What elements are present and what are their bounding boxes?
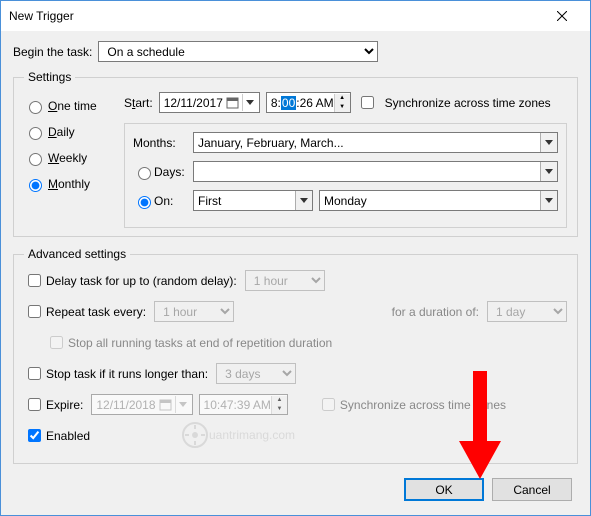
time-minute-selected: 00 xyxy=(281,96,296,110)
time-spinner[interactable]: ▲▼ xyxy=(334,94,350,112)
on-label: On: xyxy=(154,194,173,208)
stop-all-checkbox xyxy=(50,336,63,349)
radio-weekly-label[interactable]: Weekly xyxy=(48,151,87,165)
repeat-duration-select[interactable]: 1 day xyxy=(487,301,567,322)
start-time-picker[interactable]: 8:00:26 AM ▲▼ xyxy=(266,92,351,113)
monthly-panel: Months: January, February, March... Days… xyxy=(124,123,567,228)
days-combobox[interactable] xyxy=(193,161,558,182)
chevron-down-icon xyxy=(540,133,557,152)
button-row: OK Cancel xyxy=(404,478,572,501)
settings-legend: Settings xyxy=(24,70,75,84)
radio-daily-label[interactable]: Daily xyxy=(48,125,75,139)
start-label: Start: xyxy=(124,96,153,110)
spin-up-icon: ▲ xyxy=(335,94,350,103)
months-label: Months: xyxy=(133,136,193,150)
advanced-legend: Advanced settings xyxy=(24,247,130,261)
on-day-value: Monday xyxy=(320,194,540,208)
radio-daily[interactable] xyxy=(29,127,42,140)
titlebar: New Trigger xyxy=(1,1,590,31)
expire-time-value: 10:47:39 AM xyxy=(204,398,271,412)
spin-up-icon: ▲ xyxy=(272,396,287,405)
begin-task-select[interactable]: On a schedule xyxy=(98,41,378,62)
calendar-icon xyxy=(159,398,172,411)
stop-all-label: Stop all running tasks at end of repetit… xyxy=(68,336,332,350)
begin-label: Begin the task: xyxy=(13,45,92,59)
expire-date-value: 12/11/2018 xyxy=(96,398,155,412)
chevron-down-icon xyxy=(295,191,312,210)
cancel-button[interactable]: Cancel xyxy=(492,478,572,501)
time-hour: 8: xyxy=(271,96,281,110)
months-combobox[interactable]: January, February, March... xyxy=(193,132,558,153)
on-week-combobox[interactable]: First xyxy=(193,190,313,211)
radio-days[interactable] xyxy=(138,167,151,180)
calendar-icon xyxy=(226,96,239,109)
spin-down-icon: ▼ xyxy=(335,103,350,112)
expire-checkbox[interactable] xyxy=(28,398,41,411)
months-value: January, February, March... xyxy=(194,136,540,150)
expire-time-picker: 10:47:39 AM ▲▼ xyxy=(199,394,288,415)
settings-fieldset: Settings One time Daily Weekly Monthly S… xyxy=(13,70,578,237)
sync-tz-label: Synchronize across time zones xyxy=(385,96,551,110)
repeat-checkbox[interactable] xyxy=(28,305,41,318)
radio-weekly[interactable] xyxy=(29,153,42,166)
advanced-fieldset: Advanced settings Delay task for up to (… xyxy=(13,247,578,464)
sync-tz-checkbox[interactable] xyxy=(361,96,374,109)
ok-button[interactable]: OK xyxy=(404,478,484,501)
time-rest: :26 AM xyxy=(296,96,333,110)
expire-sync-label: Synchronize across time zones xyxy=(340,398,506,412)
stop-if-checkbox[interactable] xyxy=(28,367,41,380)
start-date-picker[interactable]: 12/11/2017 xyxy=(159,92,260,113)
close-button[interactable] xyxy=(542,1,582,31)
expire-date-picker: 12/11/2018 xyxy=(91,394,192,415)
on-day-combobox[interactable]: Monday xyxy=(319,190,558,211)
spin-down-icon: ▼ xyxy=(272,405,287,414)
delay-label: Delay task for up to (random delay): xyxy=(46,274,237,288)
radio-one-time-label[interactable]: One time xyxy=(48,99,97,113)
repeat-label: Repeat task every: xyxy=(46,305,146,319)
close-icon xyxy=(557,11,567,21)
chevron-down-icon xyxy=(540,191,557,210)
date-drop-icon xyxy=(242,94,257,111)
expire-label: Expire: xyxy=(46,398,83,412)
window-title: New Trigger xyxy=(9,9,542,23)
dialog-window: New Trigger Begin the task: On a schedul… xyxy=(0,0,591,516)
days-label: Days: xyxy=(154,165,185,179)
stop-if-select[interactable]: 3 days xyxy=(216,363,296,384)
enabled-checkbox[interactable] xyxy=(28,429,41,442)
dialog-body: Begin the task: On a schedule Settings O… xyxy=(1,31,590,515)
repeat-interval-select[interactable]: 1 hour xyxy=(154,301,234,322)
radio-one-time[interactable] xyxy=(29,101,42,114)
start-date-value: 12/11/2017 xyxy=(164,96,223,110)
enabled-label: Enabled xyxy=(46,429,90,443)
on-week-value: First xyxy=(194,194,295,208)
date-drop-icon xyxy=(175,396,190,413)
radio-monthly-label[interactable]: Monthly xyxy=(48,177,90,191)
time-spinner: ▲▼ xyxy=(271,396,287,414)
delay-checkbox[interactable] xyxy=(28,274,41,287)
duration-label: for a duration of: xyxy=(392,305,479,319)
stop-if-label: Stop task if it runs longer than: xyxy=(46,367,208,381)
expire-sync-checkbox xyxy=(322,398,335,411)
frequency-radios: One time Daily Weekly Monthly xyxy=(24,92,124,228)
radio-monthly[interactable] xyxy=(29,179,42,192)
delay-select[interactable]: 1 hour xyxy=(245,270,325,291)
radio-on[interactable] xyxy=(138,196,151,209)
chevron-down-icon xyxy=(540,162,557,181)
